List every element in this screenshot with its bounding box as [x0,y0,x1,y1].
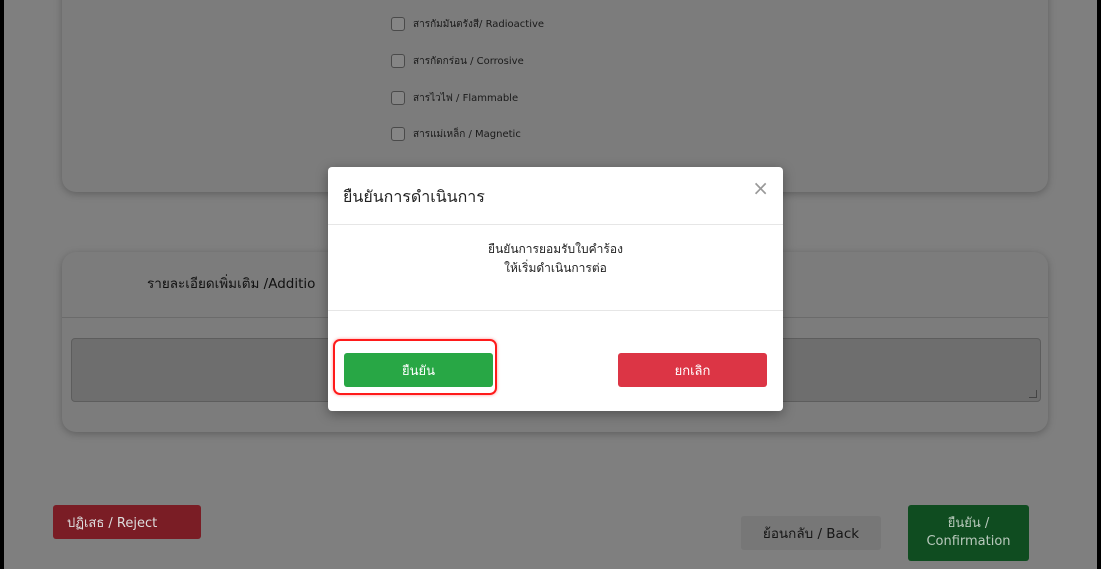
dialog-message-line1: ยืนยันการยอมรับใบคำร้อง [488,242,623,256]
page-background: สารกัมมันตรังสี/ Radioactive สารกัดกร่อน… [4,0,1097,569]
dialog-cancel-button[interactable]: ยกเลิก [618,353,767,387]
dialog-message-line2: ให้เริ่มดำเนินการต่อ [504,261,607,275]
dialog-footer-divider [328,310,783,311]
dialog-message: ยืนยันการยอมรับใบคำร้อง ให้เริ่มดำเนินกา… [328,240,783,278]
dialog-title: ยืนยันการดำเนินการ [343,187,485,206]
details-title: รายละเอียดเพิ่มเติม /Additio [147,276,316,292]
hazard-option-radioactive[interactable]: สารกัมมันตรังสี/ Radioactive [391,14,544,34]
hazard-option-flammable[interactable]: สารไวไฟ / Flammable [391,88,518,108]
hazard-option-label: สารแม่เหล็ก / Magnetic [413,128,521,140]
reject-button[interactable]: ปฏิเสธ / Reject [53,505,201,539]
checkbox-icon[interactable] [391,127,405,141]
checkbox-icon[interactable] [391,54,405,68]
checkbox-icon[interactable] [391,17,405,31]
confirmation-button[interactable]: ยืนยัน / Confirmation [908,505,1029,561]
close-icon[interactable]: × [752,178,769,198]
hazard-option-label: สารกัมมันตรังสี/ Radioactive [413,18,545,30]
back-button[interactable]: ย้อนกลับ / Back [741,516,881,550]
dialog-header-divider [328,224,783,225]
resize-grip-icon[interactable] [1029,390,1037,398]
checkbox-icon[interactable] [391,91,405,105]
confirmation-button-line2: Confirmation [926,534,1011,549]
dialog-confirm-button[interactable]: ยืนยัน [344,353,493,387]
hazard-option-corrosive[interactable]: สารกัดกร่อน / Corrosive [391,51,524,71]
hazard-option-label: สารกัดกร่อน / Corrosive [413,55,524,67]
confirmation-button-line1: ยืนยัน / [947,516,990,531]
hazard-option-label: สารไวไฟ / Flammable [413,92,519,104]
confirm-dialog: ยืนยันการดำเนินการ × ยืนยันการยอมรับใบคำ… [328,167,783,411]
hazard-card [62,0,1048,192]
hazard-option-magnetic[interactable]: สารแม่เหล็ก / Magnetic [391,124,521,144]
